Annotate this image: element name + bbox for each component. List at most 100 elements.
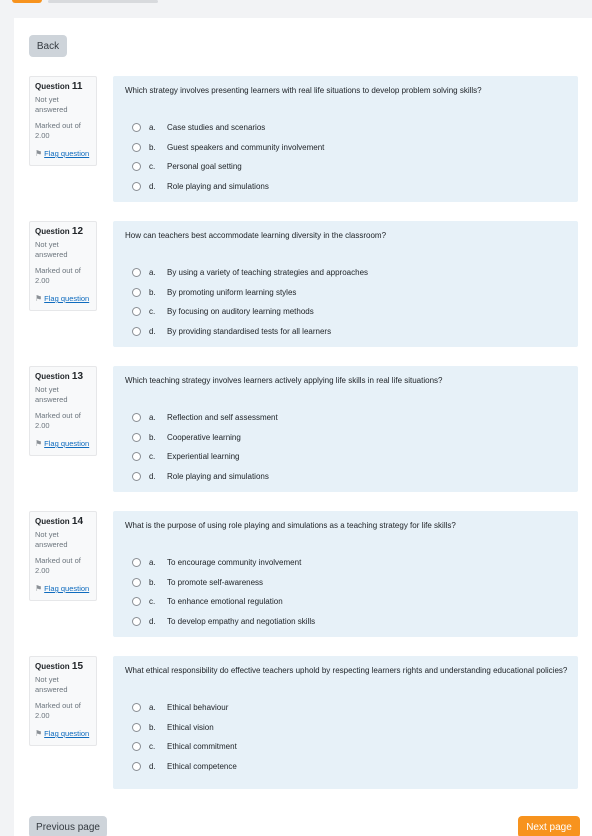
answer-text: Ethical competence <box>167 761 237 771</box>
answer-option[interactable]: d. To develop empathy and negotiation sk… <box>125 612 568 632</box>
flag-icon[interactable]: ⚑ <box>35 584 42 594</box>
answer-letter: d. <box>149 471 156 481</box>
radio-button[interactable] <box>132 307 141 317</box>
answer-option[interactable]: c. Experiential learning <box>125 447 568 467</box>
radio-button[interactable] <box>132 597 141 607</box>
answer-text: Ethical behaviour <box>167 703 229 713</box>
question-state: Not yet answered <box>35 675 68 694</box>
radio-button[interactable] <box>132 761 141 771</box>
flag-question-label[interactable]: Flag question <box>44 729 89 739</box>
answer-option[interactable]: b. Cooperative learning <box>125 428 568 448</box>
flag-question-link[interactable]: ⚑ Flag question <box>35 584 91 594</box>
question-content: What ethical responsibility do effective… <box>113 656 578 789</box>
question-number: Question 15 <box>35 661 91 673</box>
flag-icon[interactable]: ⚑ <box>35 294 42 304</box>
radio-button[interactable] <box>132 181 141 191</box>
answer-text: By providing standardised tests for all … <box>167 326 332 336</box>
flag-question-label[interactable]: Flag question <box>44 294 89 304</box>
radio-button[interactable] <box>132 326 141 336</box>
answer-letter: b. <box>149 142 156 152</box>
answer-list: a. Case studies and scenarios b. Guest s… <box>125 118 568 196</box>
flag-question-label[interactable]: Flag question <box>44 149 89 159</box>
answer-letter: a. <box>149 123 156 133</box>
radio-button[interactable] <box>132 703 141 713</box>
answer-letter: c. <box>149 742 156 752</box>
answer-option[interactable]: c. Personal goal setting <box>125 157 568 177</box>
answer-letter: b. <box>149 287 156 297</box>
answer-option[interactable]: d. Ethical competence <box>125 757 568 777</box>
radio-button[interactable] <box>132 722 141 732</box>
radio-button[interactable] <box>132 123 141 133</box>
answer-text: Experiential learning <box>167 452 240 462</box>
radio-button[interactable] <box>132 616 141 626</box>
answer-option[interactable]: d. Role playing and simulations <box>125 177 568 197</box>
flag-question-link[interactable]: ⚑ Flag question <box>35 294 91 304</box>
answer-text: By focusing on auditory learning methods <box>167 307 314 317</box>
question-content: Which teaching strategy involves learner… <box>113 366 578 492</box>
answer-option[interactable]: c. By focusing on auditory learning meth… <box>125 302 568 322</box>
radio-button[interactable] <box>132 413 141 423</box>
question-number: Question 11 <box>35 81 91 93</box>
answer-option[interactable]: a. Reflection and self assessment <box>125 408 568 428</box>
question-label: Question <box>35 372 70 381</box>
next-page-button[interactable]: Next page <box>518 816 580 836</box>
question-state: Not yet answered <box>35 240 68 259</box>
question-number-value: 12 <box>71 226 84 237</box>
answer-option[interactable]: d. Role playing and simulations <box>125 467 568 487</box>
answer-option[interactable]: a. To encourage community involvement <box>125 553 568 573</box>
radio-button[interactable] <box>132 432 141 442</box>
question-info: Question 11 Not yet answered Marked out … <box>29 76 97 166</box>
answer-text: Role playing and simulations <box>167 471 269 481</box>
answer-list: a. Reflection and self assessment b. Coo… <box>125 408 568 486</box>
answer-letter: a. <box>149 268 156 278</box>
answer-letter: d. <box>149 761 156 771</box>
answer-option[interactable]: a. Case studies and scenarios <box>125 118 568 138</box>
answer-list: a. By using a variety of teaching strate… <box>125 263 568 341</box>
answer-letter: a. <box>149 703 156 713</box>
question-label: Question <box>35 662 70 671</box>
radio-button[interactable] <box>132 742 141 752</box>
answer-letter: b. <box>149 722 156 732</box>
flag-question-link[interactable]: ⚑ Flag question <box>35 149 91 159</box>
flag-question-link[interactable]: ⚑ Flag question <box>35 439 91 449</box>
answer-text: To encourage community involvement <box>167 558 302 568</box>
question-text: What ethical responsibility do effective… <box>125 666 568 675</box>
radio-button[interactable] <box>132 471 141 481</box>
radio-button[interactable] <box>132 142 141 152</box>
radio-button[interactable] <box>132 287 141 297</box>
radio-button[interactable] <box>132 577 141 587</box>
answer-text: Personal goal setting <box>167 162 242 172</box>
radio-button[interactable] <box>132 452 141 462</box>
radio-button[interactable] <box>132 558 141 568</box>
question-text: What is the purpose of using role playin… <box>125 521 456 530</box>
answer-text: By promoting uniform learning styles <box>167 287 297 297</box>
answer-text: Role playing and simulations <box>167 181 269 191</box>
previous-page-button[interactable]: Previous page <box>29 816 107 836</box>
question-state: Not yet answered <box>35 385 68 404</box>
answer-option[interactable]: d. By providing standardised tests for a… <box>125 322 568 342</box>
answer-letter: c. <box>149 307 156 317</box>
flag-question-label[interactable]: Flag question <box>44 439 89 449</box>
flag-icon[interactable]: ⚑ <box>35 729 42 739</box>
flag-icon[interactable]: ⚑ <box>35 439 42 449</box>
question-info: Question 13 Not yet answered Marked out … <box>29 366 97 456</box>
answer-option[interactable]: b. By promoting uniform learning styles <box>125 283 568 303</box>
answer-option[interactable]: a. By using a variety of teaching strate… <box>125 263 568 283</box>
answer-option[interactable]: c. Ethical commitment <box>125 737 568 757</box>
radio-button[interactable] <box>132 162 141 172</box>
answer-option[interactable]: c. To enhance emotional regulation <box>125 592 568 612</box>
answer-text: Cooperative learning <box>167 432 241 442</box>
back-button[interactable]: Back <box>29 35 67 57</box>
answer-letter: c. <box>149 162 156 172</box>
answer-option[interactable]: b. Ethical vision <box>125 718 568 738</box>
flag-question-link[interactable]: ⚑ Flag question <box>35 729 91 739</box>
flag-icon[interactable]: ⚑ <box>35 149 42 159</box>
question-number: Question 13 <box>35 371 91 383</box>
radio-button[interactable] <box>132 268 141 278</box>
answer-option[interactable]: b. Guest speakers and community involvem… <box>125 138 568 158</box>
answer-option[interactable]: a. Ethical behaviour <box>125 698 568 718</box>
answer-option[interactable]: b. To promote self-awareness <box>125 573 568 593</box>
question-number-value: 11 <box>71 81 83 92</box>
question-grade: Marked out of 2.00 <box>35 701 81 720</box>
flag-question-label[interactable]: Flag question <box>44 584 89 594</box>
